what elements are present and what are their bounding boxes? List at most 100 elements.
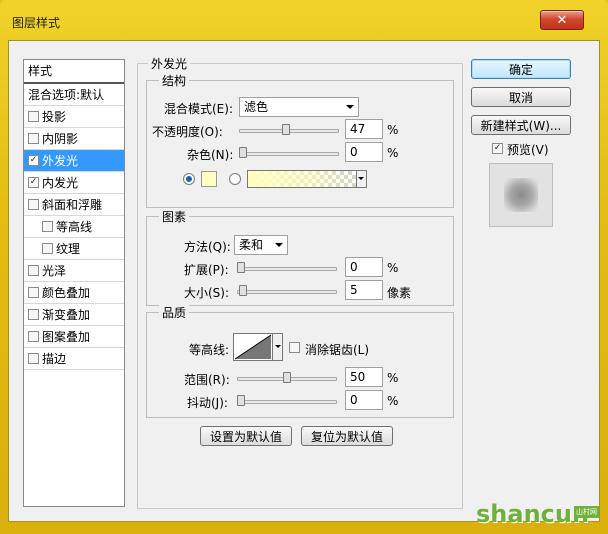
spread-slider-track[interactable] — [237, 267, 337, 271]
size-slider-track[interactable] — [237, 290, 337, 294]
close-button[interactable]: ✕ — [540, 10, 584, 30]
checkmark-icon: ✓ — [493, 143, 502, 153]
technique-label: 方法(Q): — [184, 240, 231, 254]
style-list-item-label: 光泽 — [42, 263, 67, 278]
close-icon: ✕ — [556, 12, 568, 28]
style-list-header-label: 样式 — [28, 64, 53, 78]
style-list-item[interactable]: 渐变叠加 — [24, 304, 124, 326]
style-list-item-label: 外发光 — [42, 153, 79, 168]
style-checkbox[interactable]: ✓ — [28, 155, 39, 166]
style-list-item[interactable]: 描边 — [24, 348, 124, 370]
size-unit: 像素 — [387, 286, 412, 300]
range-label: 范围(R): — [184, 373, 230, 387]
noise-slider-thumb[interactable] — [239, 147, 247, 158]
style-list: 样式 混合选项:默认 投影 内阴影 ✓ 外发光 ✓ 内发光 斜面和浮雕 等高线 纹理 光泽 颜色叠加… — [23, 59, 125, 507]
glow-gradient-picker[interactable] — [247, 170, 367, 188]
contour-label: 等高线: — [189, 343, 230, 357]
style-list-item-label: 内发光 — [42, 175, 79, 190]
watermark-logo: shancun — [476, 500, 590, 528]
glow-color-swatch[interactable] — [201, 171, 217, 187]
title-bar[interactable]: 图层样式 ✕ — [0, 0, 608, 40]
opacity-input[interactable]: 47 — [345, 119, 383, 139]
quality-group: 品质 等高线: 消除锯齿(L) 范围(R): 50 % 抖动(J): 0 % — [146, 304, 454, 418]
style-list-item-label: 渐变叠加 — [42, 307, 91, 322]
antialias-checkbox[interactable] — [289, 342, 300, 353]
spread-slider-thumb[interactable] — [237, 262, 245, 273]
style-checkbox[interactable]: ✓ — [28, 177, 39, 188]
style-checkbox[interactable] — [28, 331, 39, 342]
style-list-item-label: 斜面和浮雕 — [42, 197, 103, 212]
range-slider-thumb[interactable] — [283, 372, 291, 383]
style-list-item[interactable]: ✓ 外发光 — [24, 150, 124, 172]
style-list-header[interactable]: 样式 — [24, 60, 124, 84]
style-checkbox[interactable] — [28, 199, 39, 210]
blend-mode-label: 混合模式(E): — [164, 102, 233, 116]
noise-slider-track[interactable] — [239, 152, 339, 156]
cancel-button[interactable]: 取消 — [471, 87, 571, 107]
style-list-item-label: 纹理 — [56, 241, 81, 256]
style-checkbox[interactable] — [28, 133, 39, 144]
gradient-radio[interactable] — [229, 173, 241, 185]
size-input[interactable]: 5 — [345, 280, 383, 300]
style-list-item[interactable]: ✓ 内发光 — [24, 172, 124, 194]
opacity-label: 不透明度(O): — [152, 125, 223, 139]
chevron-down-icon — [275, 243, 283, 247]
style-list-item-label: 图案叠加 — [42, 329, 91, 344]
style-checkbox[interactable] — [28, 111, 39, 122]
reset-default-button[interactable]: 复位为默认值 — [301, 426, 393, 446]
solid-color-radio[interactable] — [183, 173, 195, 185]
style-list-item[interactable]: 光泽 — [24, 260, 124, 282]
window-title: 图层样式 — [12, 16, 61, 30]
blend-options-item[interactable]: 混合选项:默认 — [24, 84, 124, 106]
jitter-slider-thumb[interactable] — [237, 395, 245, 406]
ok-button[interactable]: 确定 — [471, 59, 571, 79]
outer-glow-title: 外发光 — [148, 55, 191, 72]
new-style-button[interactable]: 新建样式(W)... — [471, 115, 571, 135]
technique-select[interactable]: 柔和 — [234, 235, 288, 255]
style-list-item[interactable]: 等高线 — [24, 216, 124, 238]
quality-title: 品质 — [159, 304, 190, 321]
jitter-slider-track[interactable] — [237, 400, 337, 404]
style-list-item[interactable]: 颜色叠加 — [24, 282, 124, 304]
structure-group: 结构 混合模式(E): 滤色 不透明度(O): 47 % 杂色(N): 0 % — [146, 72, 454, 208]
dialog-client: 样式 混合选项:默认 投影 内阴影 ✓ 外发光 ✓ 内发光 斜面和浮雕 等高线 纹理 光泽 颜色叠加… — [8, 40, 600, 522]
chevron-down-icon[interactable] — [356, 171, 366, 187]
jitter-input[interactable]: 0 — [345, 390, 383, 410]
style-list-item-label: 等高线 — [56, 219, 93, 234]
window-frame: 图层样式 ✕ 样式 混合选项:默认 投影 内阴影 ✓ 外发光 ✓ 内发光 斜面和浮雕 等高线纹… — [0, 0, 608, 534]
opacity-slider-thumb[interactable] — [282, 124, 291, 135]
jitter-label: 抖动(J): — [187, 396, 228, 410]
style-checkbox[interactable] — [42, 221, 53, 232]
contour-picker[interactable] — [233, 333, 273, 361]
style-list-item[interactable]: 内阴影 — [24, 128, 124, 150]
blend-mode-select[interactable]: 滤色 — [239, 97, 359, 117]
elements-group: 图素 方法(Q): 柔和 扩展(P): 0 % 大小(S): 5 像素 — [146, 208, 454, 306]
style-checkbox[interactable] — [28, 265, 39, 276]
outer-glow-panel: 外发光 结构 混合模式(E): 滤色 不透明度(O): 47 % 杂色(N): … — [137, 55, 463, 509]
contour-dropdown-button[interactable] — [273, 333, 283, 361]
style-list-item[interactable]: 投影 — [24, 106, 124, 128]
noise-input[interactable]: 0 — [345, 142, 383, 162]
style-list-item[interactable]: 斜面和浮雕 — [24, 194, 124, 216]
contour-linear-icon — [234, 334, 272, 360]
style-list-item-label: 颜色叠加 — [42, 285, 91, 300]
style-list-item[interactable]: 纹理 — [24, 238, 124, 260]
spread-input[interactable]: 0 — [345, 257, 383, 277]
style-checkbox[interactable] — [28, 287, 39, 298]
spread-unit: % — [387, 261, 399, 275]
style-checkbox[interactable] — [42, 243, 53, 254]
preview-checkbox[interactable]: ✓ — [492, 143, 503, 154]
style-list-item-label: 描边 — [42, 351, 67, 366]
technique-value: 柔和 — [239, 238, 264, 252]
make-default-button[interactable]: 设置为默认值 — [200, 426, 292, 446]
style-list-item[interactable]: 图案叠加 — [24, 326, 124, 348]
style-preview — [489, 163, 553, 227]
noise-unit: % — [387, 146, 399, 160]
size-slider-thumb[interactable] — [238, 285, 247, 296]
blend-options-label: 混合选项:默认 — [28, 87, 105, 102]
range-unit: % — [387, 371, 399, 385]
style-checkbox[interactable] — [28, 309, 39, 320]
range-input[interactable]: 50 — [345, 367, 383, 387]
style-checkbox[interactable] — [28, 353, 39, 364]
antialias-label: 消除锯齿(L) — [305, 343, 370, 357]
